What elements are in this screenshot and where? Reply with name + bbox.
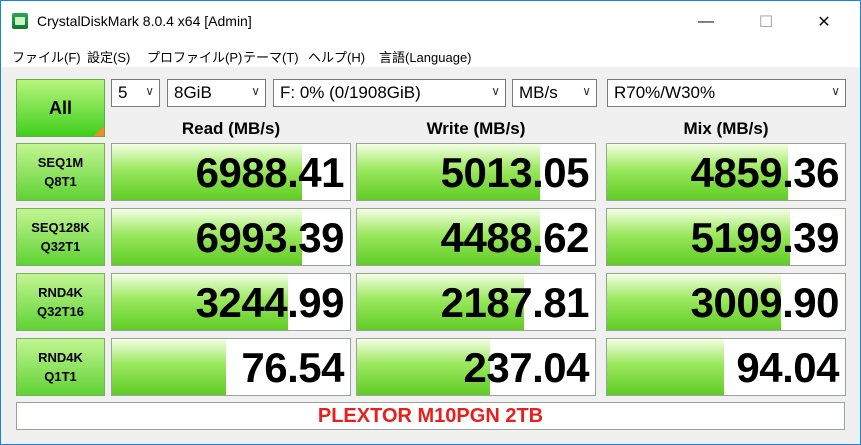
test-queue: Q8T1: [44, 174, 77, 189]
score-value: 4859.36: [690, 149, 840, 196]
chevron-down-icon: ∨: [831, 84, 840, 98]
drive-select[interactable]: F: 0% (0/1908GiB) ∨: [273, 79, 506, 107]
test-queue: Q32T16: [37, 304, 84, 319]
result-write-rnd4k-q32t16: 2187.81: [356, 273, 596, 331]
result-read-seq128k: 6993.39: [111, 208, 351, 266]
comment-field[interactable]: PLEXTOR M10PGN 2TB: [16, 402, 845, 430]
test-name: RND4K: [38, 285, 83, 300]
title-bar: CrystalDiskMark 8.0.4 x64 [Admin] — ☐ ✕: [1, 1, 860, 43]
maximize-button[interactable]: ☐: [743, 1, 789, 43]
menu-bar: ファイル(F) 設定(S) プロファイル(P) テーマ(T) ヘルプ(H) 言語…: [1, 43, 860, 67]
score-value: 3009.90: [690, 279, 840, 326]
result-mix-rnd4k-q32t16: 3009.90: [606, 273, 846, 331]
unit-select[interactable]: MB/s ∨: [512, 79, 597, 107]
result-mix-seq1m: 4859.36: [606, 143, 846, 201]
drive-value: F: 0% (0/1908GiB): [280, 83, 421, 102]
test-size-select[interactable]: 8GiB ∨: [167, 79, 266, 107]
menu-file[interactable]: ファイル(F): [12, 47, 81, 66]
test-count-value: 5: [118, 83, 128, 102]
chevron-down-icon: ∨: [491, 84, 500, 98]
test-name: RND4K: [38, 350, 83, 365]
score-value: 6988.41: [195, 149, 345, 196]
test-rnd4k-q32t16-button[interactable]: RND4K Q32T16: [16, 273, 105, 331]
test-queue: Q32T1: [40, 239, 81, 254]
close-button[interactable]: ✕: [801, 1, 847, 43]
test-name: SEQ128K: [31, 220, 90, 235]
score-value: 4488.62: [440, 214, 590, 261]
chevron-down-icon: ∨: [145, 84, 154, 98]
menu-theme[interactable]: テーマ(T): [243, 47, 299, 66]
all-button-label: All: [48, 97, 72, 118]
score-value: 6993.39: [195, 214, 345, 261]
chevron-down-icon: ∨: [251, 84, 260, 98]
score-value: 3244.99: [195, 279, 345, 326]
menu-profile[interactable]: プロファイル(P): [147, 47, 242, 66]
window-title: CrystalDiskMark 8.0.4 x64 [Admin]: [37, 13, 252, 29]
mix-ratio-select[interactable]: R70%/W30% ∨: [607, 79, 846, 107]
score-bar: [112, 339, 227, 395]
test-seq1m-q8t1-button[interactable]: SEQ1M Q8T1: [16, 143, 105, 201]
result-write-seq1m: 5013.05: [356, 143, 596, 201]
menu-settings[interactable]: 設定(S): [87, 47, 130, 66]
score-value: 2187.81: [440, 279, 590, 326]
score-value: 94.04: [736, 344, 839, 391]
test-queue: Q1T1: [44, 369, 77, 384]
mix-column-header: Mix (MB/s): [683, 119, 769, 138]
score-value: 76.54: [241, 344, 344, 391]
test-count-select[interactable]: 5 ∨: [111, 79, 160, 107]
unit-value: MB/s: [519, 83, 558, 102]
score-bar: [607, 339, 724, 395]
result-read-rnd4k-q1t1: 76.54: [111, 338, 351, 396]
score-value: 5013.05: [440, 149, 590, 196]
corner-marker-icon: [94, 126, 104, 136]
test-size-value: 8GiB: [174, 83, 212, 102]
minimize-button[interactable]: —: [683, 1, 729, 43]
test-rnd4k-q1t1-button[interactable]: RND4K Q1T1: [16, 338, 105, 396]
result-read-rnd4k-q32t16: 3244.99: [111, 273, 351, 331]
result-write-rnd4k-q1t1: 237.04: [356, 338, 596, 396]
mix-ratio-value: R70%/W30%: [614, 83, 716, 102]
result-read-seq1m: 6988.41: [111, 143, 351, 201]
write-column-header: Write (MB/s): [426, 119, 526, 138]
all-button[interactable]: All: [16, 79, 105, 137]
result-write-seq128k: 4488.62: [356, 208, 596, 266]
menu-help[interactable]: ヘルプ(H): [308, 47, 365, 66]
result-mix-seq128k: 5199.39: [606, 208, 846, 266]
result-mix-rnd4k-q1t1: 94.04: [606, 338, 846, 396]
score-value: 5199.39: [690, 214, 840, 261]
score-value: 237.04: [463, 344, 590, 391]
test-name: SEQ1M: [37, 155, 84, 170]
app-window: CrystalDiskMark 8.0.4 x64 [Admin] — ☐ ✕ …: [0, 0, 861, 445]
read-column-header: Read (MB/s): [181, 119, 281, 138]
menu-language[interactable]: 言語(Language): [379, 47, 472, 66]
test-seq128k-q32t1-button[interactable]: SEQ128K Q32T1: [16, 208, 105, 266]
comment-text: PLEXTOR M10PGN 2TB: [317, 405, 544, 427]
crystaldiskmark-icon: [12, 13, 28, 29]
chevron-down-icon: ∨: [582, 84, 591, 98]
